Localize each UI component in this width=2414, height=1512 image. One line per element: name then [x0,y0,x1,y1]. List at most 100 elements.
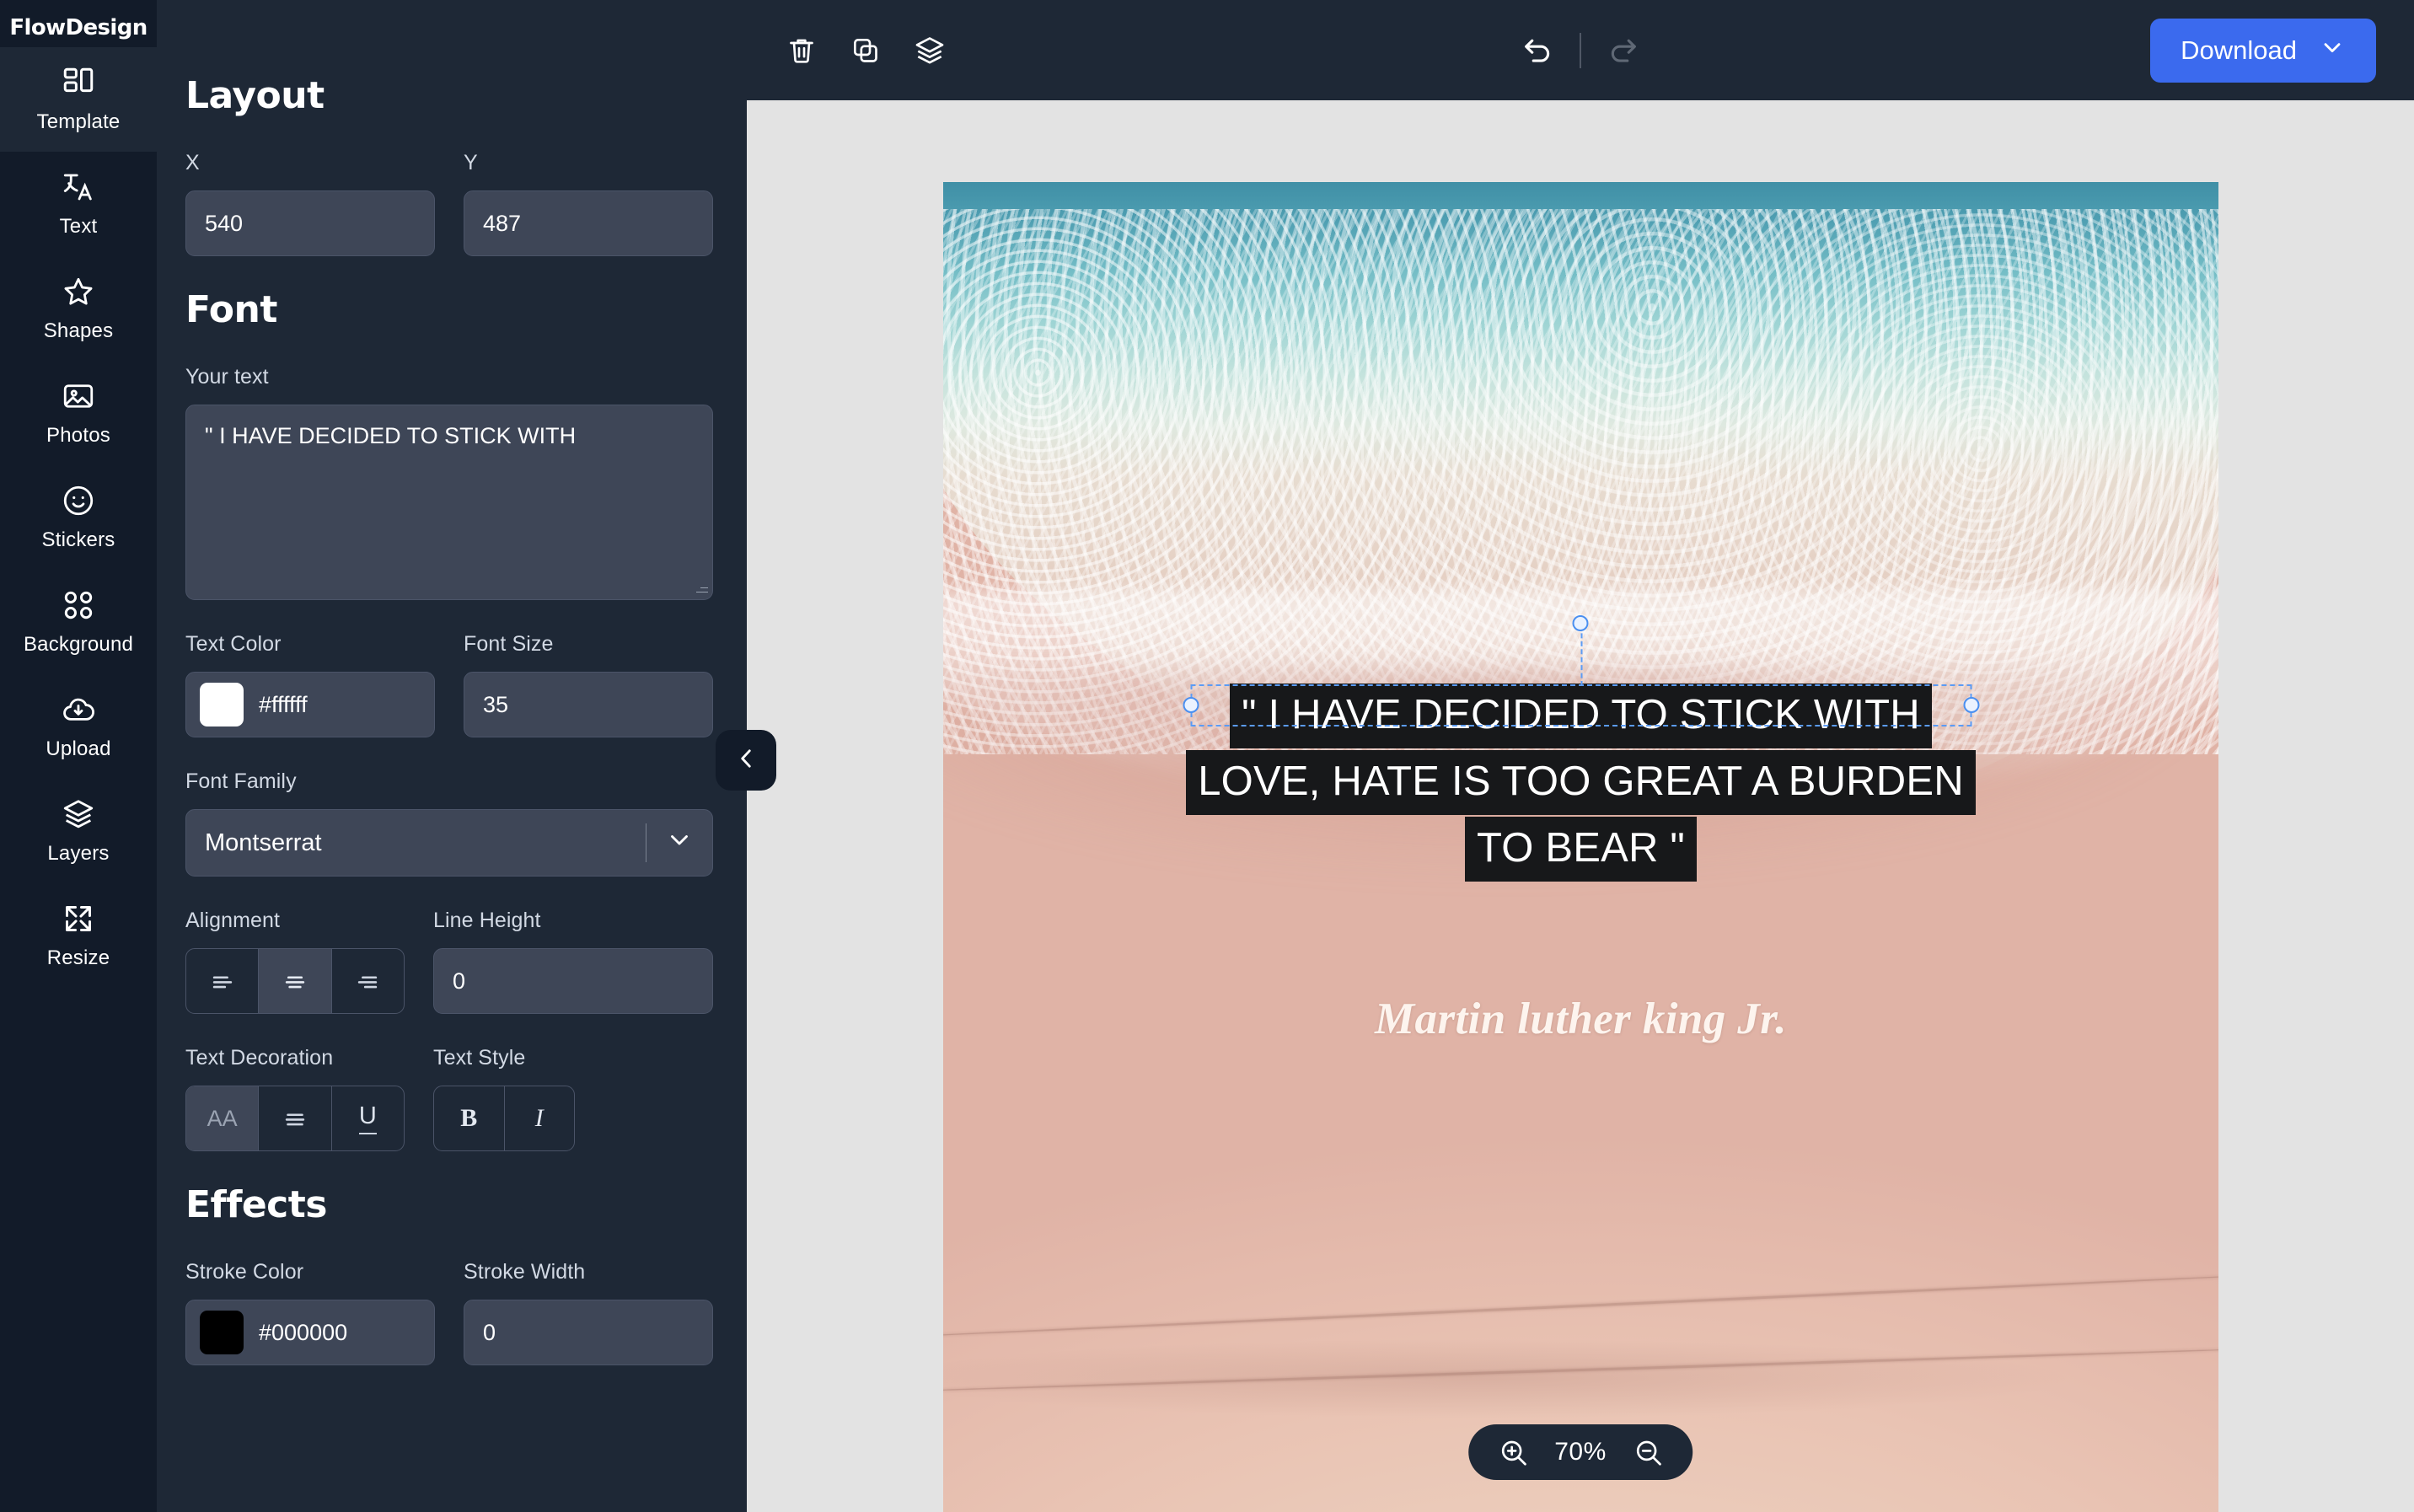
stroke-color-group: Stroke Color #000000 [185,1260,435,1365]
line-height-label: Line Height [433,909,541,932]
text-color-value: #ffffff [259,691,308,717]
text-decoration-segmented-control: AA U [185,1086,405,1151]
layers-icon [61,796,96,832]
stroke-color-input[interactable]: #000000 [185,1300,435,1365]
sidebar-item-layers[interactable]: Layers [0,779,157,883]
x-field-group: X 540 [185,151,435,256]
chevron-down-icon [2319,34,2346,67]
font-size-label: Font Size [464,632,554,656]
alignment-group: Alignment [185,909,405,1014]
align-left-button[interactable] [186,949,260,1013]
sidebar-rail: FlowDesign Template Text Shapes Photos S… [0,0,157,1512]
x-input[interactable]: 540 [185,190,435,256]
underline-button[interactable]: U [332,1086,404,1150]
stroke-width-input[interactable]: 0 [464,1300,713,1365]
download-button-label: Download [2181,35,2297,65]
sidebar-item-template[interactable]: Template [0,47,157,152]
sidebar-item-label: Layers [47,842,110,865]
text-color-input[interactable]: #ffffff [185,672,435,737]
font-family-group: Font Family Montserrat [185,769,713,877]
line-height-input[interactable]: 0 [433,948,713,1014]
quote-line: LOVE, HATE IS TOO GREAT A BURDEN [1186,750,1976,815]
properties-panel: Layout X 540 Y 487 Font Your text " I HA… [157,0,747,1512]
sidebar-item-text[interactable]: Text [0,152,157,256]
line-height-group: Line Height 0 [433,909,713,1014]
copy-icon[interactable] [849,34,882,67]
strikethrough-button[interactable] [259,1086,332,1150]
toolbar-divider [1580,32,1581,68]
stroke-width-group: Stroke Width 0 [464,1260,713,1365]
chevron-down-icon[interactable] [665,825,694,861]
y-input[interactable]: 487 [464,190,713,256]
grid-dots-icon [61,587,96,623]
y-field-group: Y 487 [464,151,713,256]
align-right-button[interactable] [332,949,404,1013]
sidebar-item-shapes[interactable]: Shapes [0,256,157,361]
font-section-title: Font [185,288,277,331]
stroke-width-label: Stroke Width [464,1260,586,1284]
text-decoration-label: Text Decoration [185,1046,334,1070]
artboard[interactable]: " I HAVE DECIDED TO STICK WITH LOVE, HAT… [943,182,2218,1512]
sidebar-item-resize[interactable]: Resize [0,883,157,988]
template-icon [61,65,96,100]
top-toolbar: Download [747,0,2414,100]
quote-text-object[interactable]: " I HAVE DECIDED TO STICK WITH LOVE, HAT… [1067,684,2095,883]
sidebar-item-label: Template [36,110,121,133]
layout-section-title: Layout [185,74,325,117]
expand-icon [61,901,96,936]
chevron-left-icon [732,744,760,777]
quote-line: TO BEAR " [1464,817,1697,882]
text-style-segmented-control: B I [433,1086,575,1151]
zoom-out-icon[interactable] [1632,1436,1664,1468]
undo-icon[interactable] [1519,32,1556,69]
sidebar-item-label: Shapes [43,319,114,342]
sidebar-item-upload[interactable]: Upload [0,674,157,779]
align-center-button[interactable] [259,949,332,1013]
signature-text-object[interactable]: Martin luther king Jr. [943,994,2218,1044]
sidebar-item-stickers[interactable]: Stickers [0,465,157,570]
trash-icon[interactable] [785,34,818,67]
text-icon [61,169,96,205]
zoom-control: 70% [1468,1424,1692,1480]
text-style-group: Text Style B I [433,1046,713,1151]
zoom-in-icon[interactable] [1497,1436,1529,1468]
font-family-select[interactable]: Montserrat [185,809,713,877]
your-text-group: Your text " I HAVE DECIDED TO STICK WITH [185,365,713,600]
font-family-value: Montserrat [205,828,322,856]
sidebar-item-label: Upload [46,737,111,760]
app-root: FlowDesign Template Text Shapes Photos S… [0,0,2414,1512]
stroke-color-swatch[interactable] [200,1311,244,1354]
zoom-level-value: 70% [1554,1438,1607,1466]
italic-button[interactable]: I [505,1086,575,1150]
sidebar-item-label: Stickers [41,528,115,551]
collapse-panel-button[interactable] [716,730,776,791]
x-label: X [185,151,200,174]
text-color-label: Text Color [185,632,282,656]
y-label: Y [464,151,478,174]
text-decoration-group: Text Decoration AA U [185,1046,405,1151]
download-button[interactable]: Download [2150,18,2376,83]
font-size-group: Font Size 35 [464,632,713,737]
your-text-label: Your text [185,365,269,389]
uppercase-button[interactable]: AA [186,1086,260,1150]
sidebar-item-label: Text [59,215,98,238]
sidebar-item-label: Background [23,633,134,656]
bold-button[interactable]: B [434,1086,505,1150]
stroke-color-label: Stroke Color [185,1260,304,1284]
sidebar-item-photos[interactable]: Photos [0,361,157,465]
cloud-down-icon [61,692,96,727]
sidebar-item-background[interactable]: Background [0,570,157,674]
canvas-stage[interactable]: " I HAVE DECIDED TO STICK WITH LOVE, HAT… [747,100,2414,1512]
app-logo: FlowDesign [9,15,148,40]
alignment-label: Alignment [185,909,281,932]
layers-icon[interactable] [913,34,947,67]
image-icon [61,378,96,414]
redo-icon[interactable] [1605,32,1642,69]
text-style-label: Text Style [433,1046,526,1070]
font-size-input[interactable]: 35 [464,672,713,737]
quote-line: " I HAVE DECIDED TO STICK WITH [1230,684,1932,748]
text-color-group: Text Color #ffffff [185,632,435,737]
font-family-label: Font Family [185,769,297,793]
text-color-swatch[interactable] [200,683,244,727]
your-text-input[interactable]: " I HAVE DECIDED TO STICK WITH [185,405,713,600]
